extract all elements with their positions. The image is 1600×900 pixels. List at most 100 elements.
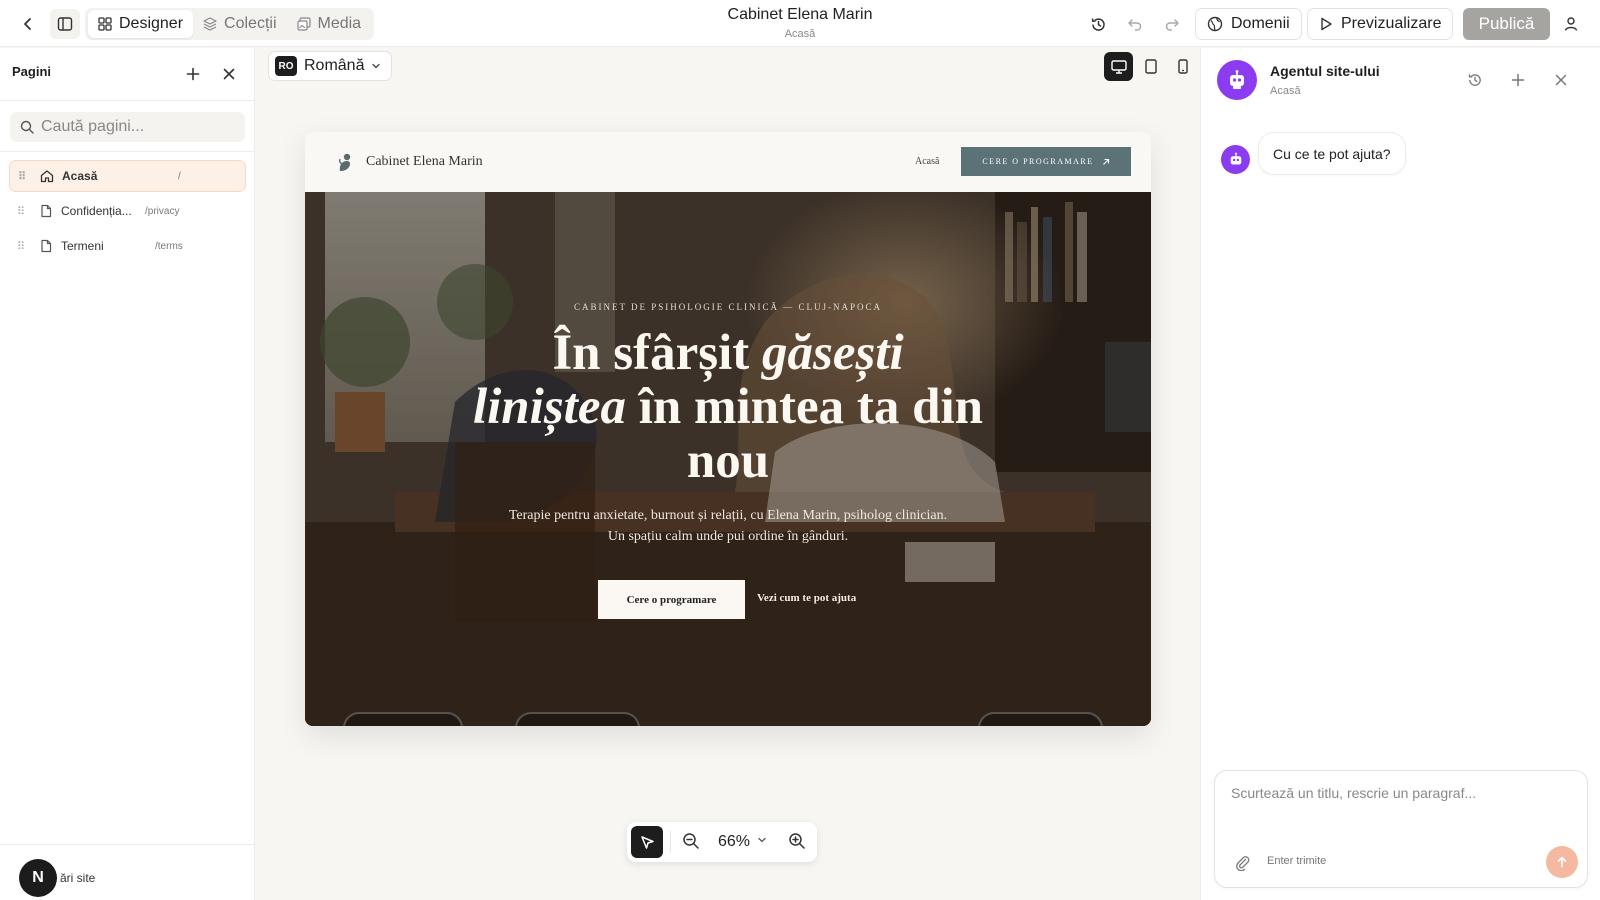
pages-heading: Pagini [12, 64, 52, 79]
history-icon[interactable] [1463, 68, 1487, 92]
layers-icon [203, 17, 217, 31]
document-title: Cabinet Elena Marin Acasă [600, 6, 1000, 40]
hero-card [978, 712, 1103, 726]
sidebar-item-terms[interactable]: ⠿ Termeni /terms [9, 230, 246, 262]
sidebar-footer: etări site N [0, 844, 255, 900]
robot-icon [1230, 152, 1241, 164]
chevron-down-icon[interactable] [757, 835, 767, 845]
domains-button[interactable]: Domenii [1195, 8, 1302, 40]
tablet-view-button[interactable] [1136, 52, 1165, 81]
agent-prompt-input[interactable] [1231, 785, 1571, 835]
chevron-down-icon [372, 63, 381, 69]
tab-designer[interactable]: Designer [88, 10, 194, 38]
tab-collections-label: Colecții [224, 15, 277, 32]
tab-designer-label: Designer [119, 15, 184, 32]
page-search-input[interactable] [41, 118, 231, 136]
hero-subtitle: Terapie pentru anxietate, burnout și rel… [508, 508, 948, 544]
tab-media-label: Media [317, 15, 362, 32]
preview-nav-home-link[interactable]: Acasă [915, 156, 939, 167]
agent-title: Agentul site-ului [1270, 63, 1380, 79]
preview-label: Previzualizare [1341, 15, 1442, 32]
mobile-icon [1177, 59, 1188, 74]
tab-media[interactable]: Media [287, 10, 372, 38]
hero-headline: În sfârșit găsești liniștea în mintea ta … [428, 326, 1028, 488]
mobile-view-button[interactable] [1168, 52, 1197, 81]
hero-secondary-link[interactable]: Vezi cum te pot ajuta [757, 592, 856, 604]
add-page-icon[interactable] [182, 63, 204, 85]
preview-button[interactable]: Previzualizare [1307, 8, 1454, 40]
close-sidebar-icon[interactable] [218, 63, 240, 85]
hero-headline-part-1: În sfârșit [552, 325, 762, 381]
agent-message-bubble: Cu ce te pot ajuta? [1258, 132, 1406, 175]
zoom-in-icon[interactable] [788, 832, 806, 855]
history-icon[interactable] [1086, 12, 1110, 36]
enter-hint: Enter trimite [1267, 855, 1327, 867]
hero-primary-button[interactable]: Cere o programare [598, 580, 745, 619]
preview-brand[interactable]: Cabinet Elena Marin [366, 154, 483, 170]
language-label: Română [304, 57, 365, 74]
mode-tabs: Designer Colecții Media [85, 8, 375, 40]
select-tool-button[interactable] [631, 826, 663, 858]
language-selector[interactable]: RO Română [268, 51, 393, 81]
hero-eyebrow: CABINET DE PSIHOLOGIE CLINICĂ — CLUJ-NAP… [573, 302, 883, 312]
agent-avatar [1217, 60, 1257, 100]
preview-nav-cta-button[interactable]: CERE O PROGRAMARE [961, 147, 1131, 176]
page-label: Acasă [62, 169, 98, 183]
drag-handle-icon[interactable]: ⠿ [17, 205, 29, 218]
tab-collections[interactable]: Colecții [193, 10, 286, 38]
grid-icon [98, 17, 112, 31]
back-chevron-icon[interactable] [16, 12, 40, 36]
sidebar-item-home[interactable]: ⠿ Acasă / [9, 160, 246, 192]
drag-handle-icon[interactable]: ⠿ [18, 170, 30, 183]
page-path: /privacy [145, 205, 180, 217]
tablet-icon [1144, 59, 1157, 74]
agent-panel: Agentul site-ului Acasă Cu ce te pot aju… [1200, 48, 1600, 900]
preview-nav-cta-label: CERE O PROGRAMARE [982, 157, 1094, 166]
page-search [10, 112, 245, 142]
agent-subtitle: Acasă [1270, 85, 1301, 97]
hero-card [343, 712, 463, 726]
language-code-badge: RO [275, 56, 297, 76]
arrow-up-icon [1557, 856, 1567, 868]
zoom-level[interactable]: 66% [718, 833, 750, 851]
home-icon [40, 170, 54, 183]
current-page-label: Acasă [784, 28, 816, 40]
globe-icon [1207, 16, 1223, 32]
site-preview-frame[interactable]: Cabinet Elena Marin Acasă CERE O PROGRAM… [305, 132, 1151, 726]
drag-handle-icon[interactable]: ⠿ [17, 240, 29, 253]
sidebar-toggle-icon[interactable] [50, 9, 80, 39]
image-icon [296, 17, 311, 31]
hero-headline-part-2: în mintea ta din nou [625, 379, 984, 489]
preview-navbar: Cabinet Elena Marin Acasă CERE O PROGRAM… [305, 132, 1151, 192]
design-canvas: RO Română Cabinet Elena Marin Acasă CERE… [256, 48, 1200, 900]
user-icon[interactable] [1560, 13, 1582, 35]
preview-hero: CABINET DE PSIHOLOGIE CLINICĂ — CLUJ-NAP… [305, 192, 1151, 726]
top-bar: Designer Colecții Media Cabinet Elena Ma… [0, 0, 1600, 47]
site-title: Cabinet Elena Marin [727, 6, 873, 23]
avatar[interactable]: N [19, 859, 57, 897]
desktop-view-button[interactable] [1104, 52, 1133, 81]
sidebar-divider [0, 151, 255, 152]
hero-primary-label: Cere o programare [626, 593, 717, 606]
pages-sidebar: Pagini ⠿ Acasă / ⠿ Confidenția... /priva… [0, 48, 255, 900]
logo-icon [338, 153, 351, 171]
undo-icon[interactable] [1123, 12, 1147, 36]
publish-button[interactable]: Publică [1463, 8, 1550, 40]
sidebar-item-privacy[interactable]: ⠿ Confidenția... /privacy [9, 195, 246, 227]
hero-headline-emphasis-2: liniștea [472, 379, 626, 435]
desktop-icon [1110, 59, 1127, 74]
redo-icon[interactable] [1160, 12, 1184, 36]
close-icon[interactable] [1549, 68, 1573, 92]
hero-headline-emphasis-1: găsești [762, 325, 904, 381]
send-button[interactable] [1546, 846, 1578, 878]
file-icon [41, 239, 52, 253]
message-avatar [1221, 145, 1250, 174]
sidebar-divider [0, 100, 255, 101]
zoom-out-icon[interactable] [682, 832, 700, 855]
arrow-up-right-icon [1102, 158, 1109, 165]
page-label: Confidenția... [61, 204, 132, 218]
play-icon [1321, 17, 1332, 31]
search-icon [20, 120, 34, 134]
new-chat-icon[interactable] [1506, 68, 1530, 92]
paperclip-icon[interactable] [1233, 853, 1253, 873]
